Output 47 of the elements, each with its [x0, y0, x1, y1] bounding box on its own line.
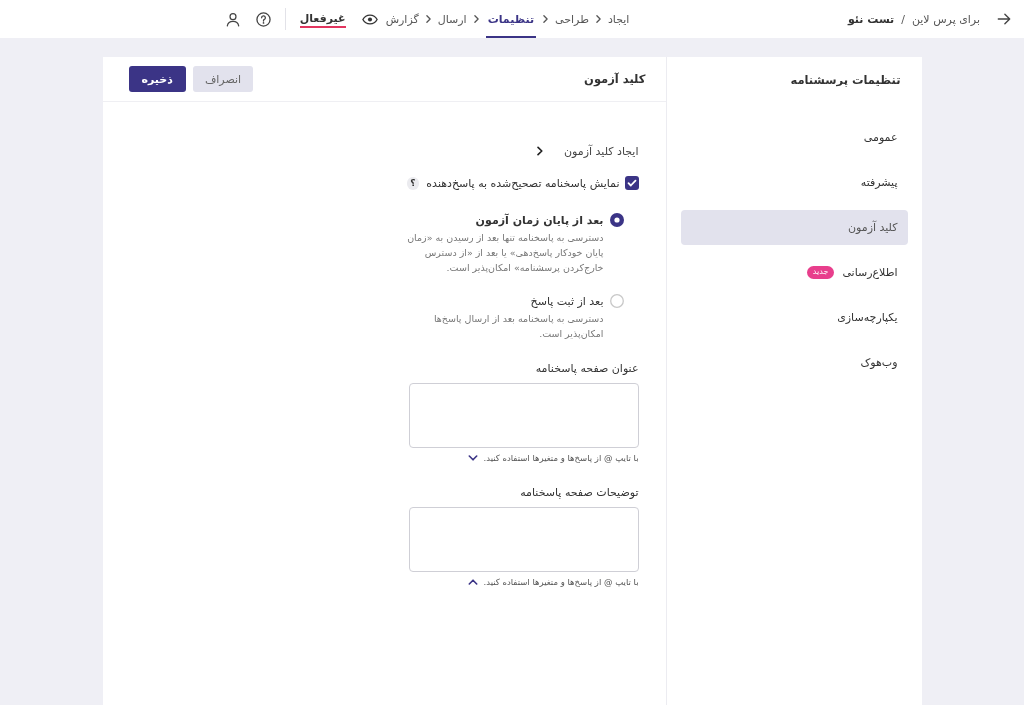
radio-label: بعد از ثبت پاسخ: [530, 294, 604, 308]
field-hint: با تایپ @ از پاسخ‌ها و متغیرها استفاده کنید.: [483, 577, 639, 587]
breadcrumb-separator: /: [901, 12, 905, 26]
chevron-right-icon: [473, 15, 479, 23]
sidebar-item[interactable]: پیشرفته: [680, 165, 908, 200]
option-description: دسترسی به پاسخنامه بعد از ارسال پاسخ‌ها امکان‌پذیر است.: [432, 312, 605, 341]
user-icon[interactable]: [225, 11, 240, 27]
field-label: توضیحات صفحه پاسخنامه: [519, 486, 639, 500]
sidebar-title: تنظیمات پرسشنامه: [790, 72, 901, 87]
step-tab[interactable]: طراحی: [555, 0, 589, 38]
radio-button[interactable]: [609, 294, 624, 308]
step-tab[interactable]: ارسال: [437, 0, 467, 38]
field-hint: با تایپ @ از پاسخ‌ها و متغیرها استفاده کنید.: [483, 453, 639, 463]
checkbox[interactable]: [624, 176, 639, 190]
chevron-right-icon: [595, 15, 601, 23]
step-tab[interactable]: تنظیمات: [485, 0, 537, 38]
sidebar-item[interactable]: عمومی: [680, 120, 908, 155]
input-field[interactable]: [408, 507, 639, 572]
new-badge: جدید: [806, 266, 835, 279]
chevron-right-icon: [425, 15, 431, 23]
chevron-right-icon[interactable]: [536, 146, 543, 156]
sidebar-item[interactable]: یکپارچه‌سازی: [680, 300, 908, 335]
breadcrumb-link[interactable]: برای پرس لاین: [911, 12, 980, 26]
step-tab[interactable]: ایجاد: [607, 0, 630, 38]
sidebar-item[interactable]: اطلاع‌رسانی جدید: [680, 255, 908, 290]
chevron-up-icon[interactable]: [468, 579, 479, 585]
step-tab[interactable]: گزارش: [385, 0, 419, 38]
sidebar-item[interactable]: وب‌هوک: [680, 345, 908, 380]
option-description: دسترسی به پاسخنامه تنها بعد از رسیدن به «زمان پایان خودکار پاسخ‌دهی» یا بعد از «از دسترس خارج‌کردن پرسشنامه» امکان‌پذیر است.: [406, 231, 605, 275]
help-button[interactable]: ؟: [406, 176, 420, 190]
project-name: تست نئو: [847, 12, 895, 26]
status-toggle[interactable]: غیرفعال: [299, 10, 346, 28]
cancel-button[interactable]: انصراف: [192, 66, 254, 92]
radio-button[interactable]: [609, 213, 624, 227]
panel-title: کلید آزمون: [584, 72, 646, 86]
save-button[interactable]: ذخیره: [128, 66, 186, 92]
back-arrow-icon[interactable]: [997, 12, 1011, 26]
radio-label: بعد از پایان زمان آزمون: [475, 213, 604, 227]
chevron-right-icon: [543, 15, 549, 23]
input-field[interactable]: [408, 383, 639, 448]
section-label[interactable]: ایجاد کلید آزمون: [542, 144, 639, 158]
field-label: عنوان صفحه پاسخنامه: [534, 362, 639, 376]
sidebar-item[interactable]: کلید آزمون: [680, 210, 908, 245]
eye-icon[interactable]: [361, 13, 378, 25]
help-icon[interactable]: [255, 11, 271, 27]
chevron-down-icon[interactable]: [468, 455, 479, 461]
checkbox-label: نمایش پاسخنامه تصحیح‌شده به پاسخ‌دهنده: [426, 176, 620, 190]
